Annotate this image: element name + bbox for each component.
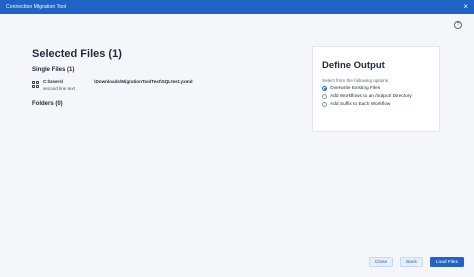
back-button[interactable]: Back — [400, 257, 423, 267]
radio-label: Add Suffix to Each Workflow — [330, 102, 391, 107]
footer-actions: Close Back Load Files — [362, 257, 464, 267]
workflow-file-icon — [32, 81, 39, 88]
radio-label: Add Workflows to an /output/ Directory — [330, 94, 412, 99]
file-path-end: \Downloads\MigrationToolTest\SQLtest.yxm… — [94, 79, 193, 84]
file-path: C:\Users\ \Downloads\MigrationToolTest\S… — [43, 79, 193, 84]
define-output-description: Select from the following options — [322, 78, 389, 83]
close-button[interactable]: Close — [368, 257, 394, 267]
load-files-button[interactable]: Load Files — [429, 257, 464, 267]
radio-overwrite-existing[interactable]: Overwrite Existing Files — [322, 86, 430, 91]
selected-files-title: Selected Files (1) — [32, 48, 122, 60]
radio-add-suffix[interactable]: Add Suffix to Each Workflow — [322, 102, 430, 107]
radio-button-icon[interactable] — [322, 102, 327, 107]
single-files-heading: Single Files (1) — [32, 67, 75, 73]
radio-button-icon[interactable] — [322, 94, 327, 99]
help-icon[interactable]: ? — [454, 21, 462, 29]
window-title: Connection Migration Tool — [6, 4, 67, 10]
folders-heading: Folders (0) — [32, 101, 63, 107]
radio-button-selected-icon[interactable] — [322, 86, 327, 91]
file-subtext: second line text — [43, 86, 75, 91]
file-path-start: C:\Users\ — [43, 79, 64, 84]
radio-label: Overwrite Existing Files — [330, 86, 381, 91]
define-output-panel: Define Output Select from the following … — [312, 46, 440, 132]
file-list-item: C:\Users\ \Downloads\MigrationToolTest\S… — [32, 79, 193, 91]
define-output-title: Define Output — [322, 60, 385, 71]
close-icon[interactable]: × — [463, 3, 468, 11]
title-bar: Connection Migration Tool × — [0, 0, 474, 14]
radio-output-directory[interactable]: Add Workflows to an /output/ Directory — [322, 94, 430, 99]
